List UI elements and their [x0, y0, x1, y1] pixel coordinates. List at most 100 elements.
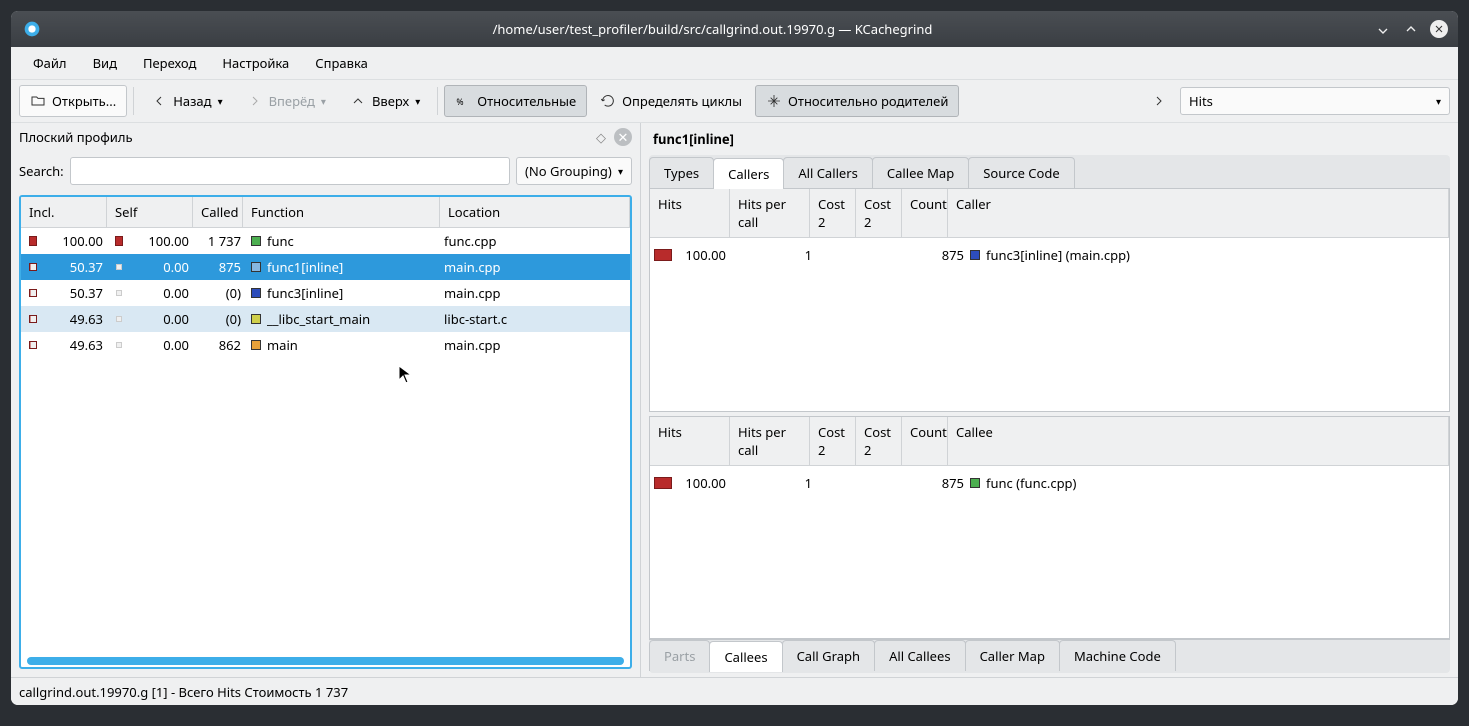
col-hits-per-call[interactable]: Hits per call: [730, 417, 810, 465]
col-hits[interactable]: Hits: [650, 417, 730, 465]
location-value: main.cpp: [438, 336, 628, 354]
panel-title: Плоский профиль: [19, 128, 588, 146]
col-hits[interactable]: Hits: [650, 189, 730, 237]
hits-value: 100.00: [678, 474, 726, 492]
self-bar: [109, 290, 129, 296]
back-button[interactable]: Назад ▾: [140, 85, 233, 117]
called-value: (0): [195, 284, 245, 302]
maximize-button[interactable]: [1402, 20, 1420, 38]
up-label: Вверх: [372, 92, 409, 110]
col-hits-per-call[interactable]: Hits per call: [730, 189, 810, 237]
incl-bar: [23, 341, 43, 349]
menu-settings[interactable]: Настройка: [210, 50, 301, 76]
called-value: 1 737: [195, 232, 245, 250]
parent-relative-label: Относительно родителей: [788, 92, 948, 110]
callees-body: 100.00 1 875 func (func.cpp): [650, 466, 1449, 500]
table-row[interactable]: 100.00 100.00 1 737 func func.cpp: [21, 228, 630, 254]
incl-value: 100.00: [43, 232, 109, 250]
tab-callee-map[interactable]: Callee Map: [872, 157, 969, 188]
parent-relative-button[interactable]: Относительно родителей: [755, 85, 959, 117]
tab-all-callees[interactable]: All Callees: [874, 640, 966, 671]
color-swatch-icon: [251, 236, 261, 246]
open-button[interactable]: Открыть...: [19, 85, 127, 117]
incl-bar: [23, 289, 43, 297]
table-row[interactable]: 49.63 0.00 (0) __libc_start_main libc-st…: [21, 306, 630, 332]
self-value: 0.00: [129, 258, 195, 276]
color-swatch-icon: [251, 288, 261, 298]
minimize-button[interactable]: [1374, 20, 1392, 38]
col-called[interactable]: Called: [193, 197, 243, 227]
menu-go[interactable]: Переход: [131, 50, 208, 76]
window-title: /home/user/test_profiler/build/src/callg…: [51, 20, 1374, 38]
function-name: func3[inline]: [267, 284, 343, 302]
col-cost2a[interactable]: Cost 2: [810, 417, 856, 465]
called-value: 862: [195, 336, 245, 354]
incl-bar: [23, 263, 43, 271]
tab-callees[interactable]: Callees: [709, 641, 782, 672]
function-name: main: [267, 336, 298, 354]
col-cost2a[interactable]: Cost 2: [810, 189, 856, 237]
statusbar: callgrind.out.19970.g [1] - Всего Hits С…: [11, 677, 1458, 705]
tab-callers[interactable]: Callers: [713, 158, 784, 189]
self-bar: [109, 342, 129, 348]
chevron-down-icon[interactable]: ▾: [321, 94, 326, 108]
app-icon: [21, 18, 43, 40]
col-cost2b[interactable]: Cost 2: [856, 417, 902, 465]
tab-call-graph[interactable]: Call Graph: [782, 640, 876, 671]
relative-button[interactable]: % Относительные: [444, 85, 587, 117]
tab-all-callers[interactable]: All Callers: [783, 157, 873, 188]
location-value: func.cpp: [438, 232, 628, 250]
cost-type-value: Hits: [1189, 92, 1213, 110]
table-row[interactable]: 49.63 0.00 862 main main.cpp: [21, 332, 630, 358]
col-incl[interactable]: Incl.: [21, 197, 107, 227]
table-row[interactable]: 50.37 0.00 (0) func3[inline] main.cpp: [21, 280, 630, 306]
tab-parts[interactable]: Parts: [649, 640, 710, 671]
function-cell: __libc_start_main: [245, 310, 438, 328]
flat-profile-body: 100.00 100.00 1 737 func func.cpp 50.37 …: [21, 228, 630, 655]
col-caller[interactable]: Caller: [948, 189, 1449, 237]
col-cost2b[interactable]: Cost 2: [856, 189, 902, 237]
selected-function-header: func1[inline]: [649, 127, 1450, 151]
col-location[interactable]: Location: [440, 197, 630, 227]
horizontal-scrollbar[interactable]: [27, 657, 624, 665]
list-item[interactable]: 100.00 1 875 func (func.cpp): [654, 470, 1445, 496]
self-value: 0.00: [129, 284, 195, 302]
up-button[interactable]: Вверх ▾: [339, 85, 431, 117]
menu-view[interactable]: Вид: [81, 50, 129, 76]
search-input[interactable]: [70, 157, 510, 185]
count-value: 875: [922, 474, 964, 492]
top-tab-bar: Types Callers All Callers Callee Map Sou…: [649, 155, 1450, 189]
callee-name: func (func.cpp): [986, 474, 1076, 492]
col-function[interactable]: Function: [243, 197, 440, 227]
col-count[interactable]: Count: [902, 189, 948, 237]
table-row[interactable]: 50.37 0.00 875 func1[inline] main.cpp: [21, 254, 630, 280]
tab-machine-code[interactable]: Machine Code: [1059, 640, 1176, 671]
tab-types[interactable]: Types: [649, 157, 714, 188]
cycles-button[interactable]: Определять циклы: [589, 85, 753, 117]
chevron-down-icon[interactable]: ▾: [415, 94, 420, 108]
menu-file[interactable]: Файл: [21, 50, 79, 76]
color-swatch-icon: [251, 262, 261, 272]
back-label: Назад: [173, 92, 211, 110]
flat-profile-panel: Плоский профиль ◇ ✕ Search: (No Grouping…: [11, 123, 641, 677]
nav-right-button[interactable]: [1140, 86, 1178, 116]
callees-header: Hits Hits per call Cost 2 Cost 2 Count C…: [650, 417, 1449, 466]
col-count[interactable]: Count: [902, 417, 948, 465]
grouping-select[interactable]: (No Grouping) ▾: [516, 157, 632, 185]
tab-caller-map[interactable]: Caller Map: [965, 640, 1060, 671]
list-item[interactable]: 100.00 1 875 func3[inline] (main.cpp): [654, 242, 1445, 268]
menu-help[interactable]: Справка: [303, 50, 380, 76]
incl-value: 50.37: [43, 284, 109, 302]
panel-close-button[interactable]: ✕: [614, 128, 632, 146]
forward-button[interactable]: Вперёд ▾: [236, 85, 337, 117]
chevron-down-icon[interactable]: ▾: [218, 94, 223, 108]
panel-float-button[interactable]: ◇: [592, 128, 610, 146]
col-callee[interactable]: Callee: [948, 417, 1449, 465]
tab-source-code[interactable]: Source Code: [968, 157, 1075, 188]
col-self[interactable]: Self: [107, 197, 193, 227]
callers-body: 100.00 1 875 func3[inline] (main.cpp): [650, 238, 1449, 272]
close-button[interactable]: [1430, 20, 1448, 38]
titlebar: /home/user/test_profiler/build/src/callg…: [11, 11, 1458, 47]
cost-type-select[interactable]: Hits ▾: [1180, 87, 1450, 115]
callers-header: Hits Hits per call Cost 2 Cost 2 Count C…: [650, 189, 1449, 238]
